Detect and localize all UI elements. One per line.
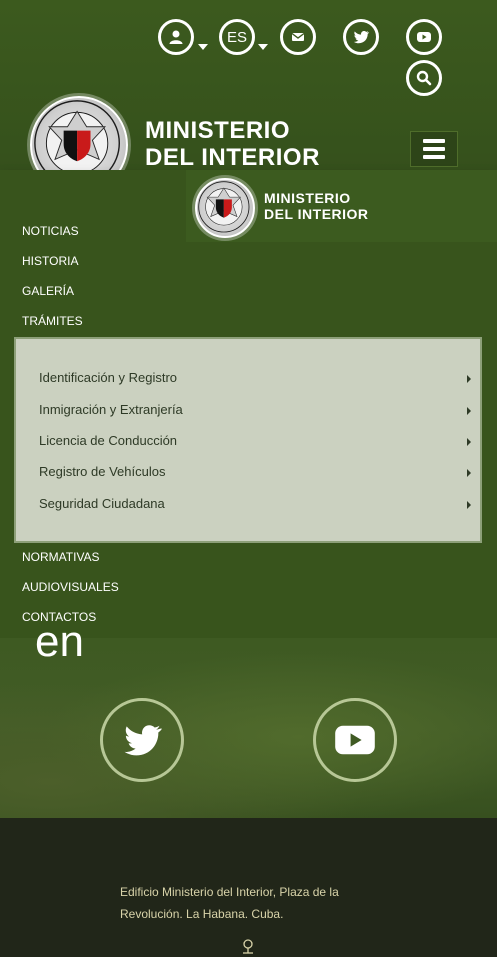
- search-button[interactable]: [406, 60, 442, 96]
- brand-title-line2: DEL INTERIOR: [145, 144, 320, 171]
- chevron-right-icon: [467, 469, 471, 477]
- menu-toggle-button[interactable]: [410, 131, 458, 167]
- youtube-header-button[interactable]: [406, 19, 442, 55]
- hero-heading-fragment: en: [35, 617, 84, 666]
- search-icon: [416, 70, 432, 86]
- user-icon: [169, 30, 183, 44]
- submenu-item-seguridad[interactable]: Seguridad Ciudadana: [39, 496, 479, 511]
- youtube-icon: [335, 725, 375, 755]
- user-dropdown-caret-icon[interactable]: [198, 44, 208, 50]
- chevron-right-icon: [467, 501, 471, 509]
- submenu-item-label: Inmigración y Extranjería: [39, 402, 183, 417]
- language-button[interactable]: ES: [219, 19, 255, 55]
- nav-item-normativas[interactable]: NORMATIVAS: [22, 550, 100, 564]
- twitter-header-button[interactable]: [343, 19, 379, 55]
- chevron-right-icon: [467, 438, 471, 446]
- menu-icon-bar: [423, 155, 445, 159]
- brand-title-line1: MINISTERIO: [145, 117, 291, 144]
- nav-brand-line1: MINISTERIO: [264, 190, 351, 206]
- tramites-submenu: Identificación y Registro Inmigración y …: [14, 337, 482, 543]
- submenu-item-label: Identificación y Registro: [39, 370, 178, 385]
- youtube-icon: [417, 32, 431, 42]
- nav-item-audiovisuales[interactable]: AUDIOVISUALES: [22, 580, 119, 594]
- submenu-item-vehiculos[interactable]: Registro de Vehículos: [39, 464, 479, 479]
- twitter-icon: [353, 30, 370, 44]
- youtube-social-button[interactable]: [313, 698, 397, 782]
- language-label: ES: [226, 28, 247, 46]
- nav-item-historia[interactable]: HISTORIA: [22, 254, 78, 268]
- submenu-item-label: Registro de Vehículos: [39, 464, 166, 479]
- chevron-right-icon: [467, 407, 471, 415]
- chevron-right-icon: [467, 375, 471, 383]
- submenu-item-inmigracion[interactable]: Inmigración y Extranjería: [39, 402, 479, 417]
- location-icon: [243, 939, 253, 954]
- menu-icon-bar: [423, 139, 445, 143]
- submenu-item-label: Seguridad Ciudadana: [39, 496, 165, 511]
- submenu-item-identificacion[interactable]: Identificación y Registro: [39, 370, 479, 385]
- nav-item-noticias[interactable]: NOTICIAS: [22, 224, 79, 238]
- nav-seal-logo: [195, 178, 255, 238]
- mail-icon: [291, 32, 305, 41]
- nav-brand-line2: DEL INTERIOR: [264, 206, 369, 222]
- nav-item-tramites[interactable]: TRÁMITES: [22, 314, 83, 328]
- footer-address-line1: Edificio Ministerio del Interior, Plaza …: [120, 885, 339, 899]
- submenu-item-licencia[interactable]: Licencia de Conducción: [39, 433, 479, 448]
- menu-icon-bar: [423, 147, 445, 151]
- submenu-item-label: Licencia de Conducción: [39, 433, 178, 448]
- mail-button[interactable]: [280, 19, 316, 55]
- language-dropdown-caret-icon[interactable]: [258, 44, 268, 50]
- user-button[interactable]: [158, 19, 194, 55]
- nav-item-galeria[interactable]: GALERÍA: [22, 284, 74, 298]
- footer-address-line2: Revolución. La Habana. Cuba.: [120, 907, 284, 921]
- twitter-social-button[interactable]: [100, 698, 184, 782]
- seal-emblem-icon: [198, 181, 250, 233]
- twitter-icon: [124, 725, 162, 756]
